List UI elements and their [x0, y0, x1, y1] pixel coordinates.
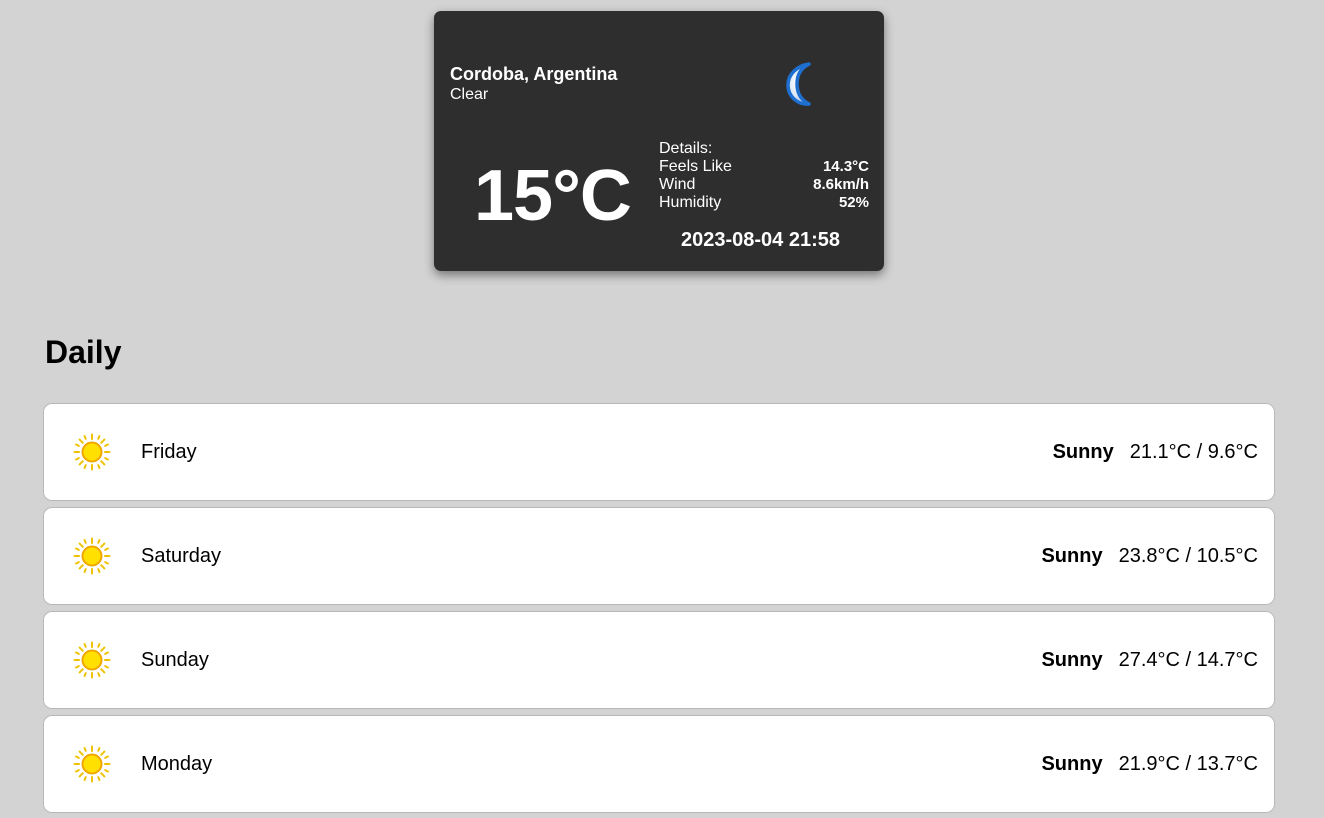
daily-forecast-item[interactable]: Monday Sunny 21.9°C / 13.7°C [43, 715, 1275, 813]
sun-icon [73, 641, 111, 679]
day-summary: Sunny 27.4°C / 14.7°C [1041, 649, 1258, 672]
daily-forecast-list: Friday Sunny 21.1°C / 9.6°C Saturday Sun… [43, 403, 1275, 818]
day-temp-range: 23.8°C / 10.5°C [1118, 544, 1258, 567]
moon-icon [786, 62, 811, 106]
detail-wind: Wind 8.6km/h [659, 176, 869, 194]
local-datetime: 2023-08-04 21:58 [681, 229, 841, 251]
current-condition: Clear [450, 86, 489, 103]
day-condition: Sunny [1052, 440, 1114, 463]
weather-page: Cordoba, Argentina Clear 15°C Details: F… [0, 0, 1324, 818]
day-name: Friday [141, 440, 197, 463]
day-temp-range: 21.1°C / 9.6°C [1129, 440, 1258, 463]
detail-label: Wind [659, 176, 696, 193]
day-condition: Sunny [1041, 752, 1103, 775]
sun-icon [73, 745, 111, 783]
day-name: Monday [141, 752, 213, 775]
daily-forecast-item[interactable]: Saturday Sunny 23.8°C / 10.5°C [43, 507, 1275, 605]
day-name: Saturday [141, 544, 222, 567]
day-temp-range: 21.9°C / 13.7°C [1118, 752, 1258, 775]
daily-heading: Daily [45, 334, 122, 370]
daily-forecast-item[interactable]: Sunday Sunny 27.4°C / 14.7°C [43, 611, 1275, 709]
sun-icon [73, 537, 111, 575]
day-condition: Sunny [1041, 648, 1103, 671]
day-temp-range: 27.4°C / 14.7°C [1118, 648, 1258, 671]
detail-label: Humidity [659, 194, 722, 211]
detail-value: 52% [838, 194, 869, 211]
current-weather-card: Cordoba, Argentina Clear 15°C Details: F… [434, 11, 884, 271]
detail-value: 14.3°C [822, 158, 869, 175]
details-panel: Details: Feels Like 14.3°C Wind 8.6km/h … [659, 140, 869, 212]
day-summary: Sunny 21.1°C / 9.6°C [1053, 441, 1258, 464]
current-temperature: 15°C [474, 156, 632, 236]
location-name: Cordoba, Argentina [450, 64, 618, 84]
day-condition: Sunny [1041, 544, 1103, 567]
detail-humidity: Humidity 52% [659, 194, 869, 212]
daily-forecast-item[interactable]: Friday Sunny 21.1°C / 9.6°C [43, 403, 1275, 501]
detail-label: Feels Like [659, 158, 732, 175]
day-summary: Sunny 23.8°C / 10.5°C [1041, 545, 1258, 568]
day-name: Sunday [141, 648, 209, 671]
sun-icon [73, 433, 111, 471]
day-summary: Sunny 21.9°C / 13.7°C [1041, 753, 1258, 776]
detail-feels-like: Feels Like 14.3°C [659, 158, 869, 176]
detail-value: 8.6km/h [813, 176, 869, 193]
details-label: Details: [659, 140, 713, 157]
